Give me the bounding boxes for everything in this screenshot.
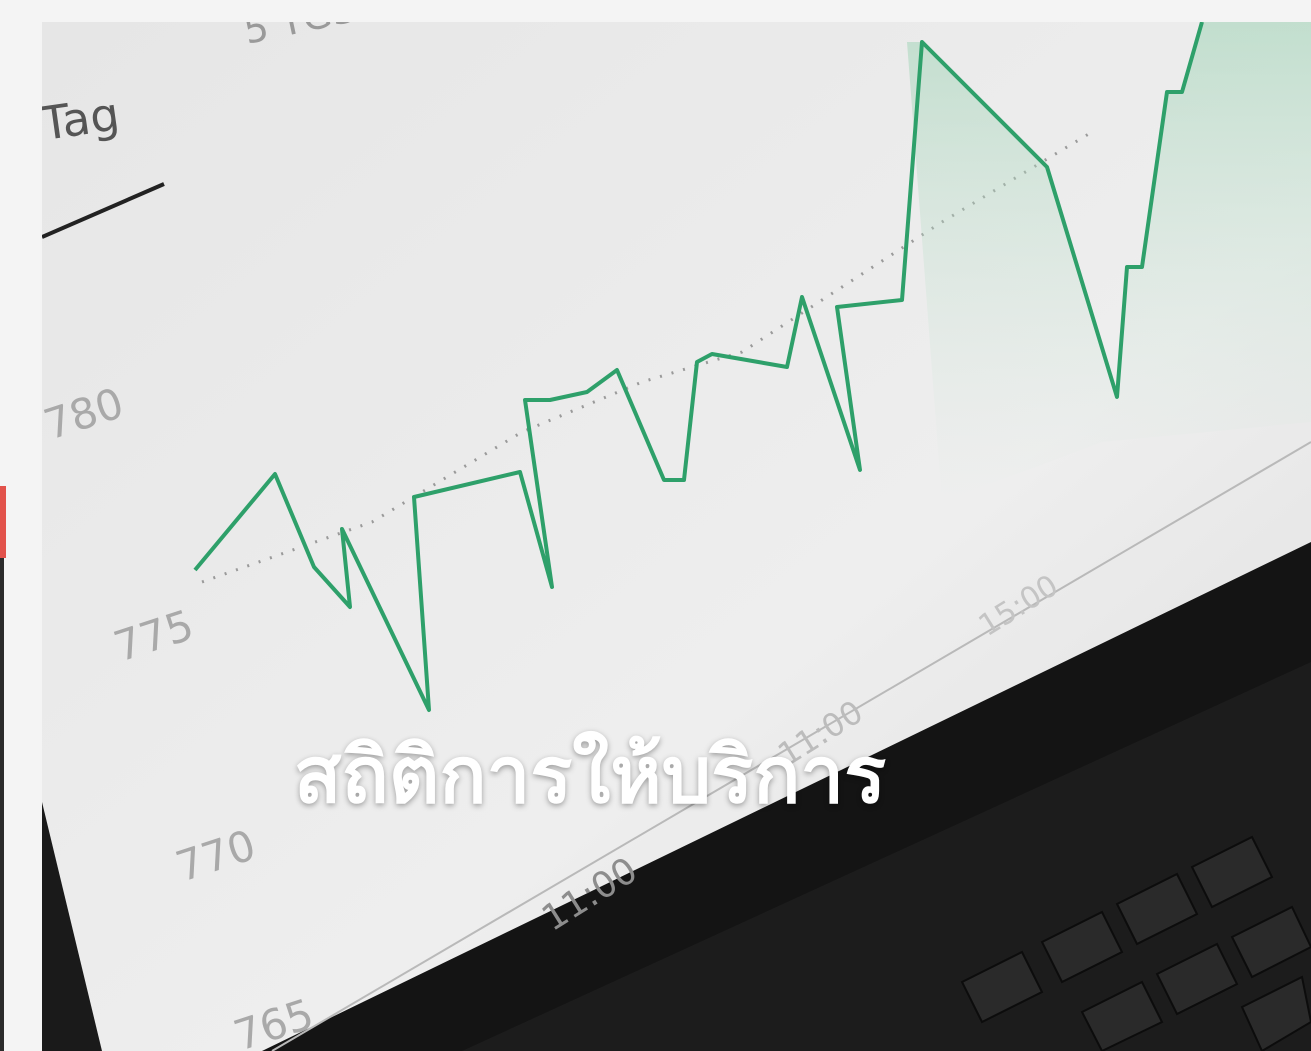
legend-label: Tag bbox=[42, 87, 123, 151]
statistics-card[interactable]: 5 TGS Tag 780 775 770 765 11:00 11:00 15… bbox=[42, 22, 1311, 1051]
left-edge-strip bbox=[0, 558, 4, 1051]
line-chart-photo: 5 TGS Tag 780 775 770 765 11:00 11:00 15… bbox=[42, 22, 1311, 1051]
card-caption: สถิติการให้บริการ bbox=[293, 731, 887, 821]
left-edge-accent bbox=[0, 486, 6, 558]
